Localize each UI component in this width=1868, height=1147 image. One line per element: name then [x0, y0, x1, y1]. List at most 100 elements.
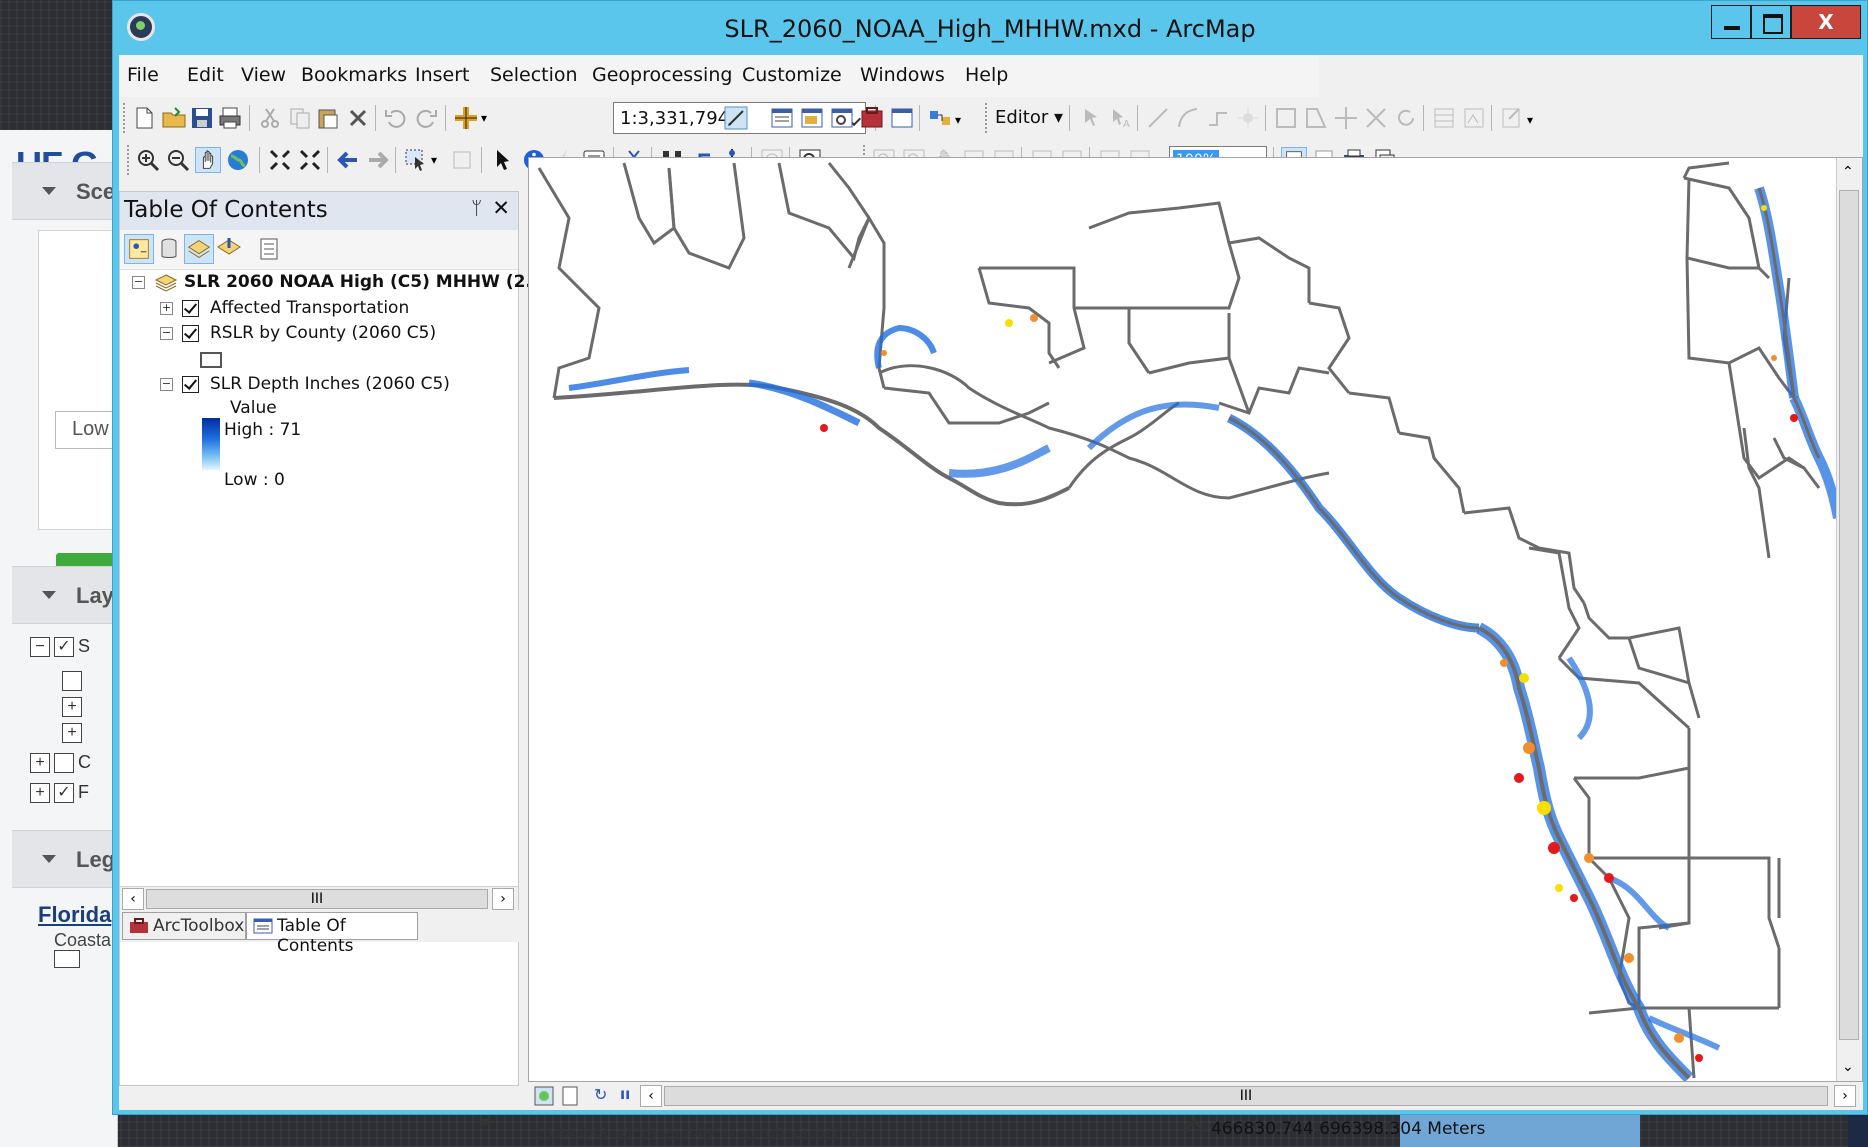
layer-tree-row[interactable]: + ✓ F: [30, 782, 89, 804]
cut-polygons-icon[interactable]: [1333, 105, 1359, 131]
toolbar-grip[interactable]: [127, 145, 130, 175]
catalog-window-icon[interactable]: [799, 105, 825, 131]
collapse-box-icon[interactable]: −: [30, 637, 50, 658]
scenario-section-header[interactable]: Sce: [12, 162, 118, 220]
scroll-right-icon[interactable]: ›: [1834, 1085, 1856, 1107]
layer-tree-row[interactable]: + C: [30, 752, 91, 774]
model-builder-icon[interactable]: [927, 105, 953, 131]
menu-file[interactable]: File: [127, 64, 159, 86]
toolbar-overflow-icon[interactable]: ▾: [955, 113, 965, 139]
end-point-arc-icon[interactable]: [1175, 105, 1201, 131]
list-by-visibility-icon[interactable]: [184, 234, 214, 264]
menu-bookmarks[interactable]: Bookmarks: [301, 64, 407, 86]
layer-checkbox[interactable]: ✓: [54, 783, 74, 804]
attributes-icon[interactable]: [1431, 105, 1457, 131]
rotate-icon[interactable]: [1393, 105, 1419, 131]
pin-icon[interactable]: ᛘ: [471, 198, 482, 219]
layer-visibility-checkbox[interactable]: [182, 376, 199, 393]
menu-windows[interactable]: Windows: [860, 64, 945, 86]
toolbar-overflow-icon[interactable]: ▾: [1527, 113, 1537, 139]
python-window-icon[interactable]: [889, 105, 915, 131]
refresh-icon[interactable]: ↻: [594, 1085, 607, 1104]
scroll-left-icon[interactable]: ‹: [640, 1085, 662, 1107]
layer-tree-row[interactable]: [62, 670, 86, 692]
menu-edit[interactable]: Edit: [187, 64, 224, 86]
scroll-thumb[interactable]: III: [146, 889, 488, 909]
add-data-dropdown-icon[interactable]: ▾: [481, 111, 491, 137]
menu-customize[interactable]: Customize: [742, 64, 842, 86]
save-icon[interactable]: [189, 105, 215, 131]
list-by-source-icon[interactable]: [154, 234, 184, 264]
scroll-left-icon[interactable]: ‹: [122, 888, 144, 910]
title-bar[interactable]: SLR_2060_NOAA_High_MHHW.mxd - ArcMap X: [113, 1, 1867, 55]
toc-horizontal-scrollbar[interactable]: ‹ III ›: [120, 886, 518, 910]
expand-box-icon[interactable]: +: [30, 783, 50, 804]
map-data-view[interactable]: ⌃ ⌄: [528, 157, 1863, 1082]
close-icon[interactable]: ✕: [492, 196, 510, 220]
layer-tree-row[interactable]: − ✓ S: [30, 636, 90, 658]
layer-checkbox[interactable]: [54, 753, 74, 774]
arctoolbox-window-icon[interactable]: [859, 105, 885, 131]
new-document-icon[interactable]: [131, 105, 157, 131]
collapse-box-icon[interactable]: −: [160, 327, 173, 340]
fixed-zoom-in-icon[interactable]: [267, 147, 293, 173]
straight-segment-icon[interactable]: [1145, 105, 1171, 131]
close-button[interactable]: X: [1791, 5, 1861, 39]
edit-vertices-icon[interactable]: [1273, 105, 1299, 131]
list-by-selection-icon[interactable]: [214, 234, 244, 264]
menu-geoprocessing[interactable]: Geoprocessing: [592, 64, 732, 86]
layer-tree-row[interactable]: +: [62, 722, 86, 744]
expand-box-icon[interactable]: +: [62, 697, 82, 718]
menu-view[interactable]: View: [241, 64, 286, 86]
trace-icon[interactable]: [1205, 105, 1231, 131]
layout-view-icon[interactable]: [560, 1086, 580, 1106]
data-view-icon[interactable]: [534, 1086, 554, 1106]
expand-box-icon[interactable]: +: [30, 753, 50, 774]
select-features-icon[interactable]: [403, 147, 429, 173]
polygon-symbol-swatch[interactable]: [200, 352, 222, 368]
map-scroll-thumb[interactable]: III: [664, 1086, 1828, 1106]
tab-table-of-contents[interactable]: Table Of Contents: [246, 912, 418, 956]
select-elements-arrow-icon[interactable]: [489, 147, 515, 173]
toc-window-icon[interactable]: [769, 105, 795, 131]
tab-arctoolbox[interactable]: ArcToolbox: [122, 912, 246, 940]
print-icon[interactable]: [217, 105, 243, 131]
collapse-box-icon[interactable]: −: [160, 378, 173, 391]
depth-color-ramp[interactable]: [202, 418, 220, 470]
create-features-icon[interactable]: [1499, 105, 1525, 131]
list-by-drawing-order-icon[interactable]: [124, 234, 154, 264]
split-tool-icon[interactable]: [1363, 105, 1389, 131]
minimize-button[interactable]: [1711, 5, 1751, 39]
expand-box-icon[interactable]: +: [62, 723, 82, 744]
chevron-down-icon[interactable]: [478, 1119, 492, 1127]
paste-icon[interactable]: [315, 105, 341, 131]
scroll-up-icon[interactable]: ⌃: [1842, 164, 1854, 180]
redo-icon[interactable]: [413, 105, 439, 131]
layers-section-header[interactable]: Lay: [12, 566, 118, 624]
edit-tool-icon[interactable]: [1077, 105, 1103, 131]
legend-section-header[interactable]: Leg: [12, 830, 118, 888]
map-vertical-scrollbar[interactable]: ⌃ ⌄: [1836, 158, 1862, 1081]
florida-map-canvas[interactable]: [529, 158, 1843, 1082]
layer-tree-row[interactable]: +: [62, 696, 86, 718]
sketch-properties-icon[interactable]: [1461, 105, 1487, 131]
scroll-thumb[interactable]: [1839, 190, 1859, 1040]
menu-selection[interactable]: Selection: [490, 64, 578, 86]
layer-checkbox[interactable]: ✓: [54, 637, 74, 658]
expand-box-icon[interactable]: +: [160, 302, 173, 315]
select-dropdown-icon[interactable]: ▾: [431, 153, 441, 179]
menu-help[interactable]: Help: [965, 64, 1008, 86]
layer-visibility-checkbox[interactable]: [182, 300, 199, 317]
undo-icon[interactable]: [383, 105, 409, 131]
menu-insert[interactable]: Insert: [415, 64, 470, 86]
options-list-icon[interactable]: [254, 234, 284, 264]
cut-icon[interactable]: [257, 105, 283, 131]
forward-arrow-icon[interactable]: [365, 147, 391, 173]
back-arrow-icon[interactable]: [335, 147, 361, 173]
collapse-box-icon[interactable]: −: [132, 276, 145, 289]
zoom-in-icon[interactable]: [135, 147, 161, 173]
scroll-down-icon[interactable]: ⌄: [1842, 1059, 1854, 1075]
layer-visibility-checkbox[interactable]: [182, 325, 199, 342]
search-window-icon[interactable]: [829, 105, 855, 131]
pause-drawing-icon[interactable]: ıı: [620, 1085, 630, 1103]
